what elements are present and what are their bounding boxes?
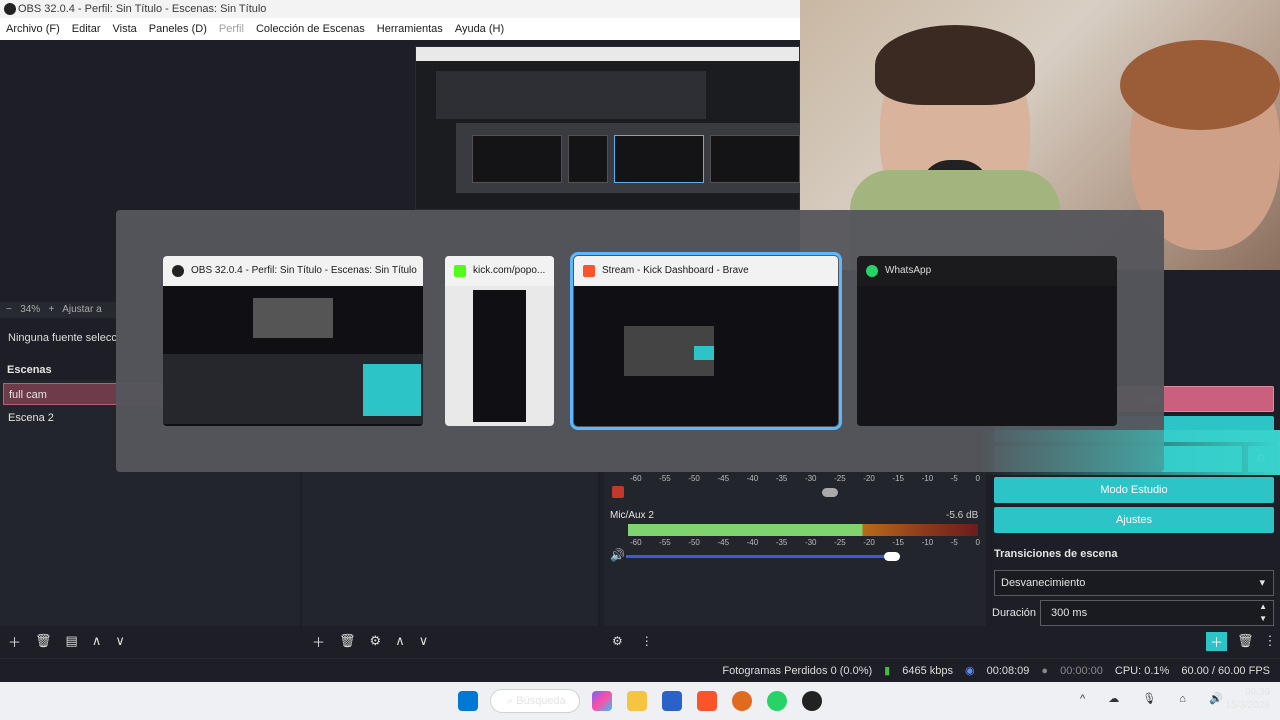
clock-time: 00:39 — [1244, 687, 1270, 698]
zoom-bar: − 34% + Ajustar a — [0, 302, 120, 318]
remove-scene-icon[interactable]: 🗑 — [35, 633, 52, 649]
spinner-icon[interactable]: ▲ ▼ — [1259, 601, 1267, 625]
switcher-card-kick[interactable]: kick.com/popo... — [445, 256, 554, 426]
bitrate: 6465 kbps — [902, 664, 953, 677]
fit-label[interactable]: Ajustar a — [62, 304, 101, 315]
volume-slider-handle-2[interactable] — [884, 552, 900, 561]
add-source-icon[interactable]: ＋ — [312, 632, 325, 651]
window-title: OBS 32.0.4 - Perfil: Sin Título - Escena… — [18, 3, 267, 15]
transition-menu-icon[interactable]: ⋮ — [1264, 633, 1277, 649]
source-up-icon[interactable]: ∧ — [395, 633, 405, 649]
source-down-icon[interactable]: ∨ — [419, 633, 429, 649]
mixer-channel-name: Mic/Aux 2 — [610, 510, 654, 521]
menu-coleccion-escenas[interactable]: Colección de Escenas — [256, 23, 365, 35]
window-title-bar: OBS 32.0.4 - Perfil: Sin Título - Escena… — [0, 0, 800, 18]
zoom-level: 34% — [20, 304, 41, 315]
no-source-selected-label: Ninguna fuente selecc — [0, 326, 120, 350]
duration-input[interactable]: 300 ms ▲ ▼ — [1040, 600, 1274, 626]
teal-glow — [980, 430, 1280, 475]
taskbar-search[interactable]: ⌕ Búsqueda — [490, 689, 580, 713]
remove-source-icon[interactable]: 🗑 — [339, 633, 356, 649]
nested-preview-image — [415, 46, 801, 210]
rec-icon: ● — [1041, 664, 1049, 677]
whatsapp-taskbar-icon[interactable] — [767, 691, 787, 711]
mixer-menu-icon[interactable]: ⋮ — [641, 634, 653, 648]
transition-select[interactable]: Desvanecimiento ▾ — [994, 570, 1274, 596]
chevron-down-icon: ▾ — [1259, 577, 1265, 589]
mixer-toolbar: ⚙ ⋮ — [604, 628, 724, 654]
switcher-card-whatsapp[interactable]: WhatsApp — [857, 256, 1117, 426]
whatsapp-logo-icon — [866, 265, 878, 277]
menu-vista[interactable]: Vista — [113, 23, 137, 35]
zoom-in-button[interactable]: + — [49, 304, 55, 315]
meter-scale-1: -60 -55 -50 -45 -40 -35 -30 -25 -20 -15 -10 -5 0 — [630, 474, 980, 483]
move-up-icon[interactable]: ∧ — [92, 633, 102, 649]
settings-button[interactable]: Ajustes — [994, 507, 1274, 533]
sources-list — [302, 470, 598, 626]
brave-logo-icon — [583, 265, 595, 277]
studio-mode-button[interactable]: Modo Estudio — [994, 477, 1274, 503]
zoom-out-button[interactable]: − — [6, 304, 12, 315]
transitions-toolbar: ＋ 🗑 ⋮ — [1206, 628, 1280, 654]
taskbar-clock[interactable]: 00:39 15/3/2026 — [1226, 686, 1271, 712]
menu-editar[interactable]: Editar — [72, 23, 101, 35]
mixer-channel-db: -5.6 dB — [946, 510, 979, 521]
menu-herramientas[interactable]: Herramientas — [377, 23, 443, 35]
firefox-icon[interactable] — [732, 691, 752, 711]
menu-archivo[interactable]: Archivo (F) — [6, 23, 60, 35]
add-scene-icon[interactable]: ＋ — [8, 632, 21, 651]
mute-red-icon[interactable] — [612, 486, 624, 498]
audio-mixer — [604, 470, 986, 626]
search-icon: ⌕ — [507, 695, 514, 707]
fps: 60.00 / 60.00 FPS — [1181, 664, 1270, 677]
windows-start-icon[interactable] — [458, 691, 478, 711]
switcher-card-obs[interactable]: OBS 32.0.4 - Perfil: Sin Título - Escena… — [163, 256, 423, 426]
bitrate-icon: ▮ — [884, 665, 891, 677]
sources-toolbar: ＋ 🗑 ⚙ ∧ ∨ — [304, 628, 604, 654]
move-down-icon[interactable]: ∨ — [115, 633, 125, 649]
source-settings-gear-icon[interactable]: ⚙ — [370, 633, 382, 649]
status-bar: Fotogramas Perdidos 0 (0.0%) ▮ 6465 kbps… — [0, 658, 1280, 682]
file-explorer-icon[interactable] — [627, 691, 647, 711]
scene-filter-icon[interactable]: ▤ — [66, 633, 78, 649]
kick-logo-icon — [454, 265, 466, 277]
menu-paneles[interactable]: Paneles (D) — [149, 23, 207, 35]
obs-taskbar-icon[interactable] — [802, 691, 822, 711]
rec-time: 00:00:00 — [1060, 664, 1103, 677]
menu-ayuda[interactable]: Ayuda (H) — [455, 23, 504, 35]
store-icon[interactable] — [662, 691, 682, 711]
audio-level-meter — [628, 524, 978, 536]
stream-icon: ◉ — [964, 665, 975, 677]
volume-slider[interactable] — [626, 555, 898, 558]
menu-perfil[interactable]: Perfil — [219, 23, 244, 35]
meter-scale-2: -60 -55 -50 -45 -40 -35 -30 -25 -20 -15 -10 -5 0 — [630, 538, 980, 547]
stream-time: 00:08:09 — [986, 664, 1030, 677]
remove-transition-icon[interactable]: 🗑 — [1237, 633, 1254, 649]
menu-bar: Archivo (F) Editar Vista Paneles (D) Per… — [0, 18, 800, 40]
system-tray-icons[interactable]: ^ ☁ 🎙 ⌂ 🔊 — [1080, 692, 1233, 705]
scenes-toolbar: ＋ 🗑 ▤ ∧ ∨ — [0, 628, 300, 654]
brave-taskbar-icon[interactable] — [697, 691, 717, 711]
copilot-icon[interactable] — [592, 691, 612, 711]
volume-slider-handle-1[interactable] — [822, 488, 838, 497]
transitions-title: Transiciones de escena — [994, 548, 1118, 560]
obs-logo-icon — [172, 265, 184, 277]
dropped-frames: Fotogramas Perdidos 0 (0.0%) — [722, 664, 873, 677]
cpu-usage: CPU: 0.1% — [1114, 664, 1170, 677]
duration-label: Duración — [992, 607, 1037, 619]
speaker-icon[interactable]: 🔊 — [610, 548, 625, 562]
clock-date: 15/3/2026 — [1225, 700, 1271, 711]
switcher-card-brave[interactable]: Stream - Kick Dashboard - Brave — [570, 252, 842, 430]
obs-logo-icon — [4, 3, 16, 15]
add-transition-icon[interactable]: ＋ — [1206, 631, 1228, 651]
advanced-audio-gear-icon[interactable]: ⚙ — [612, 634, 623, 648]
